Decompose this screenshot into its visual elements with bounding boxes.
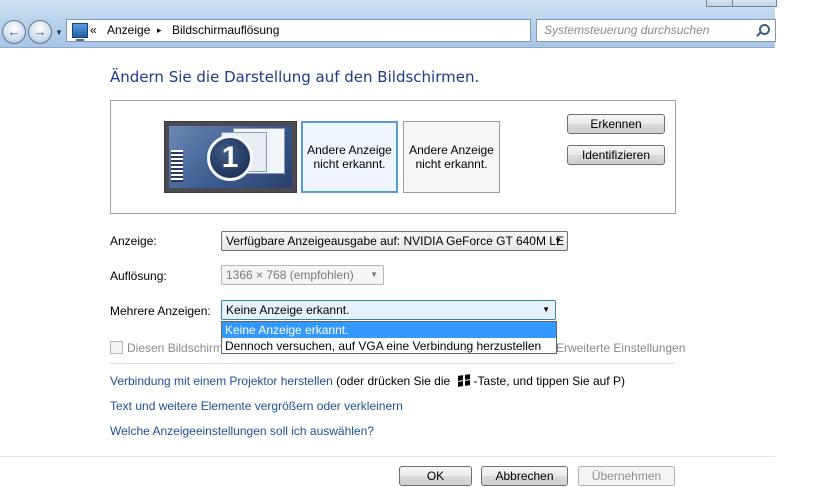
breadcrumb-separator-icon[interactable]: ▸ bbox=[157, 23, 162, 38]
display-select-value: Verfügbare Anzeigeausgabe auf: NVIDIA Ge… bbox=[226, 234, 564, 248]
projector-hint-before: (oder drücken Sie die bbox=[332, 374, 454, 388]
monitor-3-label: Andere Anzeige nicht erkannt. bbox=[409, 143, 494, 171]
display-preview: 1 Andere Anzeige nicht erkannt. Andere A… bbox=[110, 100, 676, 214]
back-arrow-icon[interactable]: ← bbox=[2, 20, 26, 44]
dropdown-option-no-display[interactable]: Keine Anzeige erkannt. bbox=[222, 322, 556, 338]
maximize-button[interactable] bbox=[706, 0, 733, 7]
main-display-checkbox-label: Diesen Bildschirm bbox=[127, 341, 224, 355]
advanced-settings-link[interactable]: Erweiterte Einstellungen bbox=[556, 341, 685, 355]
breadcrumb-bildschirmaufloesung[interactable]: Bildschirmauflösung bbox=[172, 23, 279, 38]
search-icon[interactable] bbox=[759, 24, 770, 35]
main-display-checkbox[interactable] bbox=[110, 341, 123, 354]
which-settings-row: Welche Anzeigeeinstellungen soll ich aus… bbox=[110, 424, 374, 438]
text-size-link[interactable]: Text und weitere Elemente vergrößern ode… bbox=[110, 399, 403, 413]
chevron-down-icon: ▼ bbox=[554, 236, 562, 245]
resolution-select: 1366 × 768 (empfohlen) ▼ bbox=[221, 265, 384, 285]
divider bbox=[110, 363, 675, 364]
multiple-displays-value: Keine Anzeige erkannt. bbox=[226, 303, 350, 317]
forward-arrow-icon[interactable]: → bbox=[28, 20, 52, 44]
search-input[interactable]: Systemsteuerung durchsuchen bbox=[536, 19, 776, 42]
resolution-label: Auflösung: bbox=[110, 269, 167, 283]
multiple-displays-dropdown-list: Keine Anzeige erkannt. Dennoch versuchen… bbox=[221, 321, 557, 354]
which-settings-link[interactable]: Welche Anzeigeeinstellungen soll ich aus… bbox=[110, 424, 374, 438]
main-display-checkbox-row[interactable]: Diesen Bildschirm bbox=[110, 341, 223, 355]
navigation-bar: ← → ▼ « Anzeige ▸ Bildschirmauflösung ▼ … bbox=[0, 0, 777, 48]
monitor-1[interactable]: 1 bbox=[164, 121, 297, 193]
control-panel-icon bbox=[72, 23, 88, 41]
chevron-down-icon: ▼ bbox=[542, 305, 550, 314]
dropdown-option-try-vga[interactable]: Dennoch versuchen, auf VGA eine Verbindu… bbox=[222, 338, 556, 354]
monitor-2-label: Andere Anzeige nicht erkannt. bbox=[307, 143, 392, 171]
projector-link[interactable]: Verbindung mit einem Projektor herstelle… bbox=[110, 374, 333, 388]
windows-logo-icon bbox=[457, 374, 470, 387]
chevron-down-icon: ▼ bbox=[370, 270, 378, 279]
display-select[interactable]: Verfügbare Anzeigeausgabe auf: NVIDIA Ge… bbox=[221, 231, 568, 251]
address-prefix: « bbox=[90, 23, 97, 37]
projector-hint-after: -Taste, und tippen Sie auf P) bbox=[473, 374, 625, 388]
address-bar[interactable]: « Anzeige ▸ Bildschirmauflösung ▼ ⇄ bbox=[66, 19, 588, 42]
monitor-number-badge: 1 bbox=[207, 135, 253, 181]
apply-button: Übernehmen bbox=[578, 466, 675, 486]
projector-row: Verbindung mit einem Projektor herstelle… bbox=[110, 374, 625, 388]
identify-button[interactable]: Identifizieren bbox=[567, 145, 665, 165]
search-placeholder: Systemsteuerung durchsuchen bbox=[544, 23, 710, 37]
monitor-1-screen: 1 bbox=[169, 126, 292, 188]
monitor-3[interactable]: Andere Anzeige nicht erkannt. bbox=[403, 121, 500, 193]
multiple-displays-label: Mehrere Anzeigen: bbox=[110, 304, 211, 318]
history-dropdown-icon[interactable]: ▼ bbox=[55, 28, 63, 37]
footer-divider bbox=[0, 456, 775, 457]
multiple-displays-select[interactable]: Keine Anzeige erkannt. ▼ bbox=[221, 300, 556, 320]
cancel-button[interactable]: Abbrechen bbox=[481, 466, 568, 486]
taskbar-thumbnail bbox=[171, 150, 183, 182]
ok-button[interactable]: OK bbox=[399, 466, 472, 486]
breadcrumb-anzeige[interactable]: Anzeige bbox=[107, 23, 150, 38]
resolution-select-value: 1366 × 768 (empfohlen) bbox=[226, 268, 354, 282]
page-title: Ändern Sie die Darstellung auf den Bilds… bbox=[110, 68, 480, 86]
detect-button[interactable]: Erkennen bbox=[567, 114, 665, 134]
display-label: Anzeige: bbox=[110, 234, 157, 248]
text-size-row: Text und weitere Elemente vergrößern ode… bbox=[110, 399, 403, 413]
close-button[interactable] bbox=[732, 0, 777, 7]
monitor-2[interactable]: Andere Anzeige nicht erkannt. bbox=[301, 121, 398, 193]
